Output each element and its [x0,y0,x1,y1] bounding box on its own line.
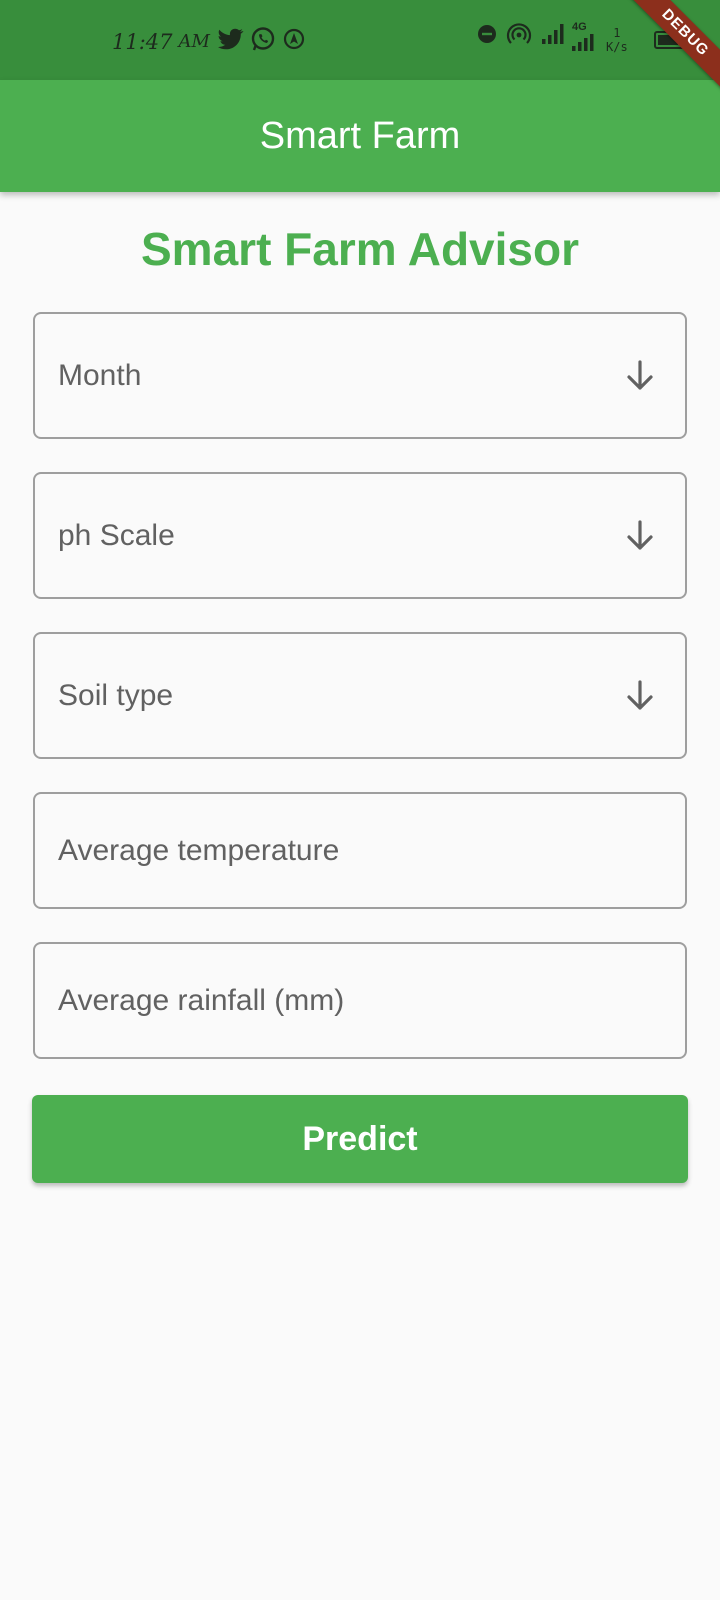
do-not-disturb-icon [476,23,498,50]
app-bar: Smart Farm [0,80,720,192]
signal-icon [540,22,566,51]
soil-type-dropdown-label: Soil type [58,678,174,712]
soil-type-dropdown[interactable]: Soil type [33,632,687,759]
average-temperature-placeholder: Average temperature [58,833,340,867]
predict-button[interactable]: Predict [32,1095,688,1183]
network-type-label: 4G [572,21,587,33]
network-speed: 1 K/s [606,26,628,54]
status-ampm: AM [178,31,210,52]
average-temperature-field[interactable]: Average temperature [33,792,687,909]
status-time: 11:47 [112,29,173,54]
arrow-down-icon [627,359,653,390]
arrow-down-icon [627,679,653,710]
average-rainfall-field[interactable]: Average rainfall (mm) [33,942,687,1059]
arrow-down-icon [627,519,653,550]
network-speed-unit: K/s [606,40,628,54]
network-speed-value: 1 [613,26,621,40]
twitter-icon [217,28,244,55]
hotspot-icon [506,22,532,51]
status-right [476,22,566,51]
status-left: 11:47 AM [112,26,306,57]
location-icon [282,27,306,56]
average-rainfall-placeholder: Average rainfall (mm) [58,983,345,1017]
ph-scale-dropdown-label: ph Scale [58,518,175,552]
month-dropdown[interactable]: Month [33,312,687,439]
whatsapp-icon [250,26,276,57]
ph-scale-dropdown[interactable]: ph Scale [33,472,687,599]
month-dropdown-label: Month [58,358,142,392]
page-title: Smart Farm Advisor [141,223,579,275]
status-bar: 11:47 AM 4G 1 K/s [0,0,720,80]
app-bar-title: Smart Farm [259,114,461,157]
signal-icon-2 [570,34,596,57]
